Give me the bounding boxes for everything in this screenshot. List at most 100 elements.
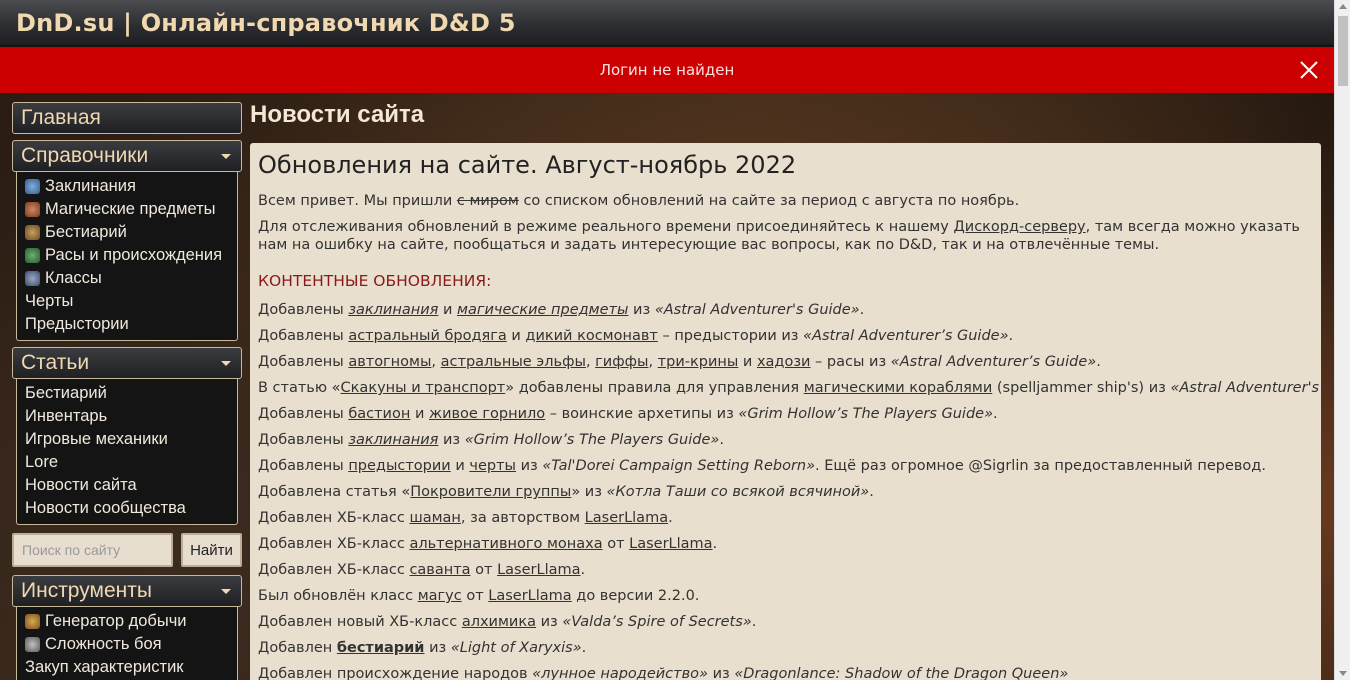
article-intro-discord: Для отслеживания обновлений в режиме реа… — [258, 219, 1300, 253]
link-thri-kreen[interactable]: три-крины — [658, 354, 739, 370]
site-title[interactable]: DnD.su | Онлайн-справочник D&D 5 — [16, 9, 516, 37]
search-input[interactable] — [12, 533, 173, 567]
link-mounts[interactable]: Скакуны и транспорт — [341, 380, 506, 396]
update-line: Добавлен ХБ-класс шаман, за авторством L… — [258, 510, 673, 526]
chevron-down-icon — [221, 154, 231, 159]
sidebar-item-magic-items[interactable]: Магические предметы — [17, 198, 237, 221]
sidebar-item-articles-bestiary[interactable]: Бестиарий — [17, 382, 237, 405]
update-line: Добавлены предыстории и черты из «Tal'Do… — [258, 458, 1266, 474]
articles-list: Бестиарий Инвентарь Игровые механики Lor… — [16, 379, 238, 525]
scrollbar-thumb[interactable] — [1338, 16, 1348, 86]
sidebar-item-label: Игровые механики — [25, 430, 168, 448]
chevron-down-icon — [221, 589, 231, 594]
sidebar-item-label: Классы — [45, 269, 102, 287]
link-magus[interactable]: магус — [418, 588, 462, 604]
sidebar-item-label: Сложность боя — [45, 635, 162, 653]
scroll-down-icon[interactable] — [1339, 671, 1347, 676]
search-row: Найти — [12, 533, 242, 569]
link-bestiary[interactable]: бестиарий — [337, 640, 425, 656]
alert-message: Логин не найден — [599, 61, 735, 79]
update-line: Добавлен новый ХБ-класс алхимика из «Val… — [258, 614, 757, 630]
sidebar-item-loot-generator[interactable]: Генератор добычи — [17, 610, 237, 633]
nav-references-header[interactable]: Справочники — [12, 140, 242, 172]
link-autognomes[interactable]: автогномы — [348, 354, 431, 370]
vertical-scrollbar[interactable] — [1334, 0, 1350, 680]
link-feats[interactable]: черты — [469, 458, 516, 474]
sidebar-item-label: Магические предметы — [45, 200, 216, 218]
nav-references-label: Справочники — [21, 144, 149, 167]
nav-tools-label: Инструменты — [21, 579, 152, 602]
sidebar-item-races[interactable]: Расы и происхождения — [17, 244, 237, 267]
sidebar-item-encounter-difficulty[interactable]: Сложность боя — [17, 633, 237, 656]
update-line: Добавлены бастион и живое горнило – воин… — [258, 406, 998, 422]
sidebar-item-label: Предыстории — [25, 315, 129, 333]
link-bastion[interactable]: бастион — [348, 406, 410, 422]
alert-banner: Логин не найден — [0, 47, 1334, 93]
link-group-patrons[interactable]: Покровители группы — [410, 484, 571, 500]
link-laserllama[interactable]: LaserLlama — [629, 536, 712, 552]
search-button[interactable]: Найти — [181, 533, 242, 567]
news-article: Обновления на сайте. Август-ноябрь 2022 … — [250, 143, 1321, 680]
link-savant[interactable]: саванта — [409, 562, 470, 578]
link-astral-elves[interactable]: астральные эльфы — [441, 354, 586, 370]
discord-link[interactable]: Дискорд-серверу — [953, 219, 1085, 235]
link-laserllama[interactable]: LaserLlama — [497, 562, 580, 578]
nav-home[interactable]: Главная — [12, 102, 242, 134]
chevron-down-icon — [221, 361, 231, 366]
sidebar-item-label: Инвентарь — [25, 407, 108, 425]
link-living-crucible[interactable]: живое горнило — [429, 406, 545, 422]
link-spells-grim[interactable]: заклинания — [348, 432, 438, 448]
link-astral-drifter[interactable]: астральный бродяга — [348, 328, 506, 344]
sidebar-item-site-news[interactable]: Новости сайта — [17, 474, 237, 497]
update-line: В статью «Скакуны и транспорт» добавлены… — [258, 380, 1321, 396]
nav-tools-header[interactable]: Инструменты — [12, 575, 242, 607]
nav-home-label: Главная — [21, 106, 101, 129]
link-alt-monk[interactable]: альтернативного монаха — [409, 536, 602, 552]
sidebar-item-spells[interactable]: Заклинания — [17, 175, 237, 198]
link-wildspacer[interactable]: дикий космонавт — [525, 328, 657, 344]
sidebar-item-label: Новости сайта — [25, 476, 137, 494]
sidebar-item-feats[interactable]: Черты — [17, 290, 237, 313]
sidebar-item-community-news[interactable]: Новости сообщества — [17, 497, 237, 520]
sidebar-item-mechanics[interactable]: Игровые механики — [17, 428, 237, 451]
sidebar-item-label: Lore — [25, 453, 59, 471]
tools-list: Генератор добычи Сложность боя Закуп хар… — [16, 607, 238, 680]
page-title: Новости сайта — [250, 101, 425, 128]
nav-articles-label: Статьи — [21, 351, 90, 374]
race-icon — [25, 248, 40, 263]
update-line: Добавлен ХБ-класс альтернативного монаха… — [258, 536, 718, 552]
close-icon[interactable] — [1298, 59, 1320, 81]
link-laserllama[interactable]: LaserLlama — [488, 588, 571, 604]
sidebar-item-label: Закуп характеристик — [25, 658, 184, 676]
sidebar-item-lore[interactable]: Lore — [17, 451, 237, 474]
sidebar-item-label: Расы и происхождения — [45, 246, 223, 264]
update-line: Добавлена статья «Покровители группы» из… — [258, 484, 874, 500]
link-laserllama[interactable]: LaserLlama — [585, 510, 668, 526]
update-line: Добавлены астральный бродяга и дикий кос… — [258, 328, 1014, 344]
site-header: DnD.su | Онлайн-справочник D&D 5 — [0, 0, 1334, 46]
swords-icon — [25, 637, 40, 652]
link-giff[interactable]: гиффы — [595, 354, 648, 370]
sidebar-item-label: Черты — [25, 292, 74, 310]
sidebar-item-inventory[interactable]: Инвентарь — [17, 405, 237, 428]
sidebar-item-backgrounds[interactable]: Предыстории — [17, 313, 237, 336]
link-magic-items[interactable]: магические предметы — [457, 302, 628, 318]
article-title: Обновления на сайте. Август-ноябрь 2022 — [258, 151, 797, 179]
update-line: Добавлены автогномы, астральные эльфы, г… — [258, 354, 1101, 370]
link-hadozee[interactable]: хадози — [757, 354, 811, 370]
sidebar-item-label: Генератор добычи — [45, 612, 187, 630]
sidebar-item-bestiary[interactable]: Бестиарий — [17, 221, 237, 244]
scroll-up-icon[interactable] — [1339, 4, 1347, 9]
update-line: Был обновлён класс магус от LaserLlama д… — [258, 588, 700, 604]
link-alchemist[interactable]: алхимика — [462, 614, 536, 630]
sidebar-item-label: Бестиарий — [25, 384, 107, 402]
sidebar-item-point-buy[interactable]: Закуп характеристик — [17, 656, 237, 679]
link-backgrounds[interactable]: предыстории — [348, 458, 450, 474]
link-shaman[interactable]: шаман — [409, 510, 460, 526]
section-heading: КОНТЕНТНЫЕ ОБНОВЛЕНИЯ: — [258, 272, 492, 290]
sidebar-item-classes[interactable]: Классы — [17, 267, 237, 290]
nav-articles-header[interactable]: Статьи — [12, 347, 242, 379]
link-magic-ships[interactable]: магическими кораблями — [804, 380, 993, 396]
sidebar: Главная Справочники Заклинания Магически… — [12, 102, 242, 680]
link-spells[interactable]: заклинания — [348, 302, 438, 318]
